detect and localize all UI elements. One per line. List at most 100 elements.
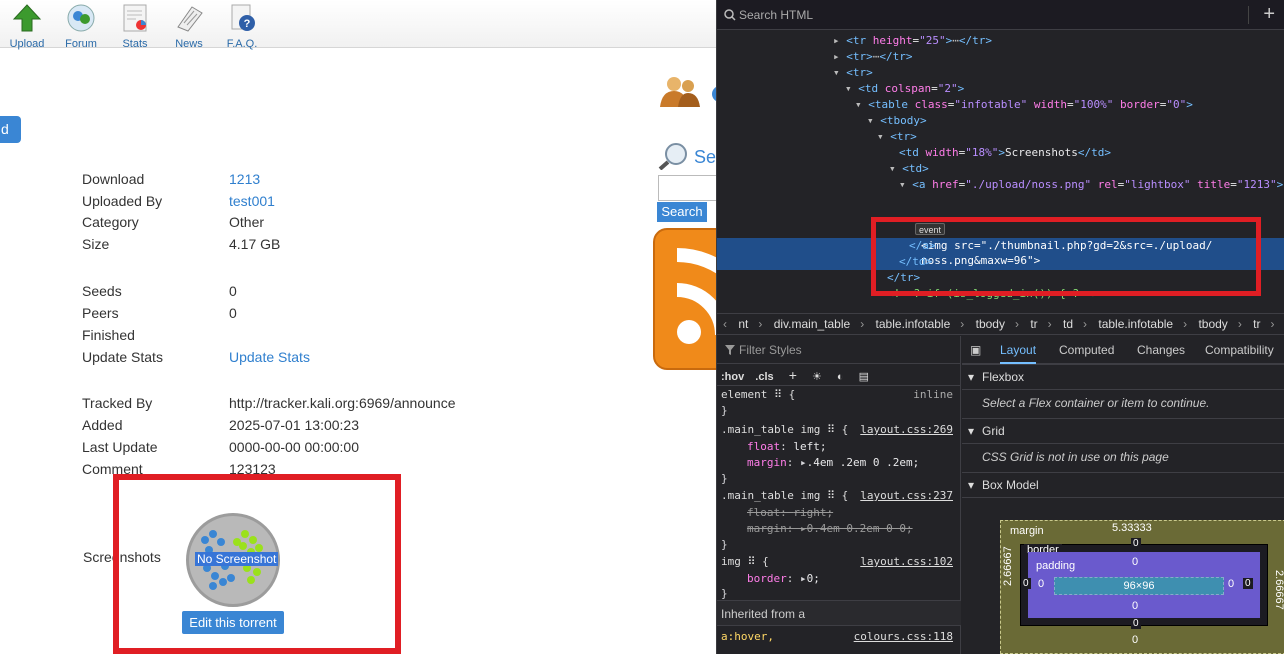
grid-section-header[interactable]: ▾ Grid [962, 418, 1284, 444]
forum-globe-icon [67, 4, 95, 32]
tree-node[interactable]: ▾ <table class="infotable" width="100%" … [855, 97, 1193, 113]
padding-top-value[interactable]: 0 [1132, 556, 1138, 568]
tree-node[interactable]: <td width="18%">Screenshots</td> [899, 145, 1111, 161]
breadcrumb-item[interactable]: td [1063, 314, 1073, 334]
nav-stats[interactable]: Stats [110, 3, 160, 50]
hov-toggle[interactable]: :hov [721, 371, 744, 383]
breadcrumb-item[interactable]: nt [738, 314, 748, 334]
search-heading: Se [694, 147, 716, 167]
light-theme-icon[interactable]: ☀ [812, 371, 822, 383]
rule-decl[interactable]: border: ▸0; [747, 571, 820, 587]
devtools-search-placeholder: Search HTML [739, 8, 814, 22]
rule-selector: .main_table img [721, 489, 821, 502]
rule-decl-overridden[interactable]: float: right; [747, 505, 833, 521]
uploader-link[interactable]: test001 [229, 193, 275, 209]
detail-value: Other [229, 214, 265, 230]
margin-left-value[interactable]: 2.66667 [1002, 546, 1014, 586]
download-link[interactable]: 1213 [229, 171, 260, 187]
update-stats-link[interactable]: Update Stats [229, 349, 310, 365]
rule-selector: .main_table img [721, 423, 821, 436]
breadcrumb-item[interactable]: div.main_table [774, 314, 851, 334]
rule-source-link[interactable]: colours.css:118 [854, 629, 953, 645]
breadcrumb-item[interactable]: tr [1253, 314, 1260, 334]
breadcrumb-item[interactable]: table.infotable [1098, 314, 1173, 334]
tree-node-anchor[interactable]: ▾ <a href="./upload/noss.png" rel="light… [899, 177, 1283, 193]
rss-feed-icon[interactable] [653, 228, 716, 370]
nav-news[interactable]: News [164, 3, 214, 50]
rule-decl-overridden[interactable]: margin: ▸0.4em 0.2em 0 0; [747, 521, 913, 537]
nav-faq[interactable]: ? F.A.Q. [217, 3, 267, 50]
chevron-down-icon: ▾ [968, 424, 975, 438]
search-magnifier-icon [658, 143, 687, 170]
tab-layout[interactable]: Layout [1000, 336, 1037, 364]
breadcrumb: ‹ nt › div.main_table › table.infotable › t… [717, 313, 1284, 335]
sidebar-toggle-icon[interactable]: ▣ [970, 336, 981, 364]
chevron-right-icon: › [758, 317, 763, 331]
chevron-right-icon: › [1047, 317, 1052, 331]
rule-source-link[interactable]: layout.css:269 [860, 422, 953, 438]
border-bottom-value[interactable]: 0 [1131, 618, 1141, 629]
margin-bottom-value[interactable]: 0 [1132, 634, 1138, 646]
breadcrumb-item[interactable]: table.infotable [876, 314, 951, 334]
rule-decl[interactable]: margin: ▸.4em .2em 0 .2em; [747, 455, 919, 471]
border-left-value[interactable]: 0 [1021, 578, 1031, 589]
padding-bottom-value[interactable]: 0 [1132, 600, 1138, 612]
boxmodel-title: Box Model [982, 478, 1039, 492]
box-model-content[interactable]: 96×96 [1054, 577, 1224, 595]
search-button[interactable]: Search [657, 202, 707, 222]
rule-source-link[interactable]: layout.css:102 [860, 554, 953, 570]
tree-node[interactable]: ▾ <td colspan="2"> [845, 81, 964, 97]
rss-icon [676, 248, 716, 344]
layout-panel: ▣ Layout Computed Changes Compatibility … [962, 336, 1284, 654]
prop-value: right; [793, 506, 834, 519]
stats-chart-icon [123, 4, 147, 32]
chevron-left-icon[interactable]: ‹ [723, 314, 727, 334]
tab-computed[interactable]: Computed [1059, 336, 1114, 364]
tab-compatibility[interactable]: Compatibility [1205, 336, 1274, 364]
search-input[interactable] [658, 175, 716, 201]
tree-node[interactable]: ▾ <tbody> [867, 113, 927, 129]
rule-decl[interactable]: float: left; [747, 439, 827, 455]
chevron-down-icon: ▾ [968, 478, 975, 492]
add-rule-icon[interactable]: + [789, 367, 797, 383]
tree-node[interactable]: ▾ <tr> [833, 65, 873, 81]
nav-faq-label: F.A.Q. [226, 38, 258, 50]
detail-value: 0 [229, 305, 237, 321]
nav-forum[interactable]: Forum [56, 3, 106, 50]
add-node-icon[interactable]: + [1263, 3, 1275, 26]
margin-right-value[interactable]: 2.66667 [1273, 570, 1284, 610]
chevron-right-icon: › [860, 317, 865, 331]
prop-name: border [747, 572, 787, 585]
rule-selector: element [721, 388, 768, 401]
border-right-value[interactable]: 0 [1243, 578, 1253, 589]
tree-node[interactable]: ▸ <tr>⋯</tr> [833, 49, 913, 65]
filter-styles-input[interactable]: Filter Styles [717, 336, 961, 364]
prop-value: 0; [806, 572, 820, 585]
border-top-value[interactable]: 0 [1131, 538, 1141, 549]
cls-toggle[interactable]: .cls [755, 371, 773, 383]
devtools-search-bar[interactable]: Search HTML + [717, 0, 1284, 30]
chevron-right-icon: › [1014, 317, 1019, 331]
breadcrumb-item[interactable]: tbody [976, 314, 1005, 334]
tree-node[interactable]: ▾ <td> [889, 161, 929, 177]
top-navigation: Upload Forum Stats News ? F.A.Q. [0, 0, 716, 50]
tree-node[interactable]: ▸ <tr height="25">⋯</tr> [833, 33, 992, 49]
devtools-panel: Search HTML + ▸ <tr height="25">⋯</tr> ▸… [716, 0, 1284, 654]
margin-top-value[interactable]: 5.33333 [1112, 522, 1152, 534]
breadcrumb-item[interactable]: tbody [1198, 314, 1227, 334]
padding-right-value[interactable]: 0 [1228, 578, 1234, 590]
dark-theme-icon[interactable]: ◐ [837, 371, 844, 383]
detail-label: Uploaded By [82, 193, 163, 209]
rule-main-table-img-1: .main_table img ⠿ {layout.css:269 [721, 422, 953, 438]
print-media-icon[interactable]: ▤ [859, 371, 869, 383]
breadcrumb-item[interactable]: tr [1030, 314, 1037, 334]
tab-changes[interactable]: Changes [1137, 336, 1185, 364]
flexbox-section-header[interactable]: ▾ Flexbox [962, 364, 1284, 390]
nav-upload[interactable]: Upload [2, 3, 52, 50]
padding-left-value[interactable]: 0 [1038, 578, 1044, 590]
flexbox-title: Flexbox [982, 370, 1025, 384]
partial-button[interactable]: d [0, 116, 21, 143]
tree-node[interactable]: ▾ <tr> [877, 129, 917, 145]
boxmodel-section-header[interactable]: ▾ Box Model [962, 472, 1284, 498]
rule-source-link[interactable]: layout.css:237 [860, 488, 953, 504]
